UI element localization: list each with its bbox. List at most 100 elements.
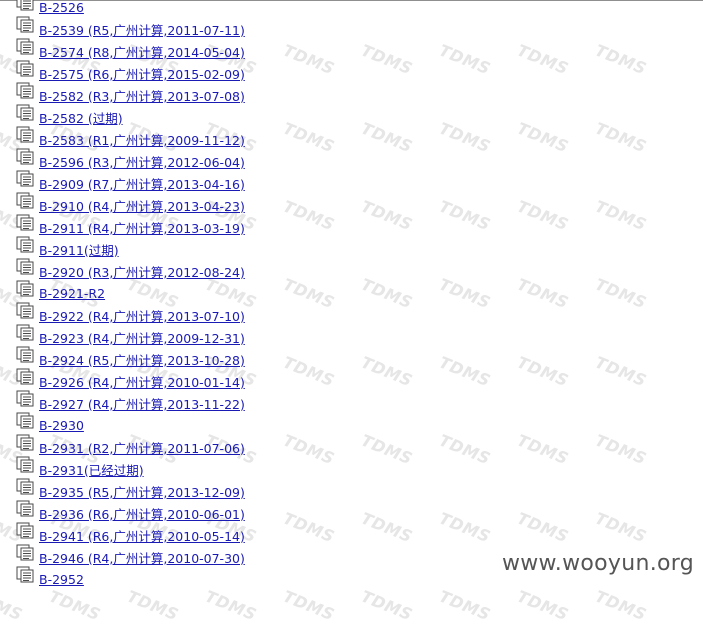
- document-icon: [16, 566, 34, 582]
- tree-item-link[interactable]: B-2911 (R4,广州计算,2013-03-19): [39, 218, 245, 237]
- tree-item[interactable]: B-2926 (R4,广州计算,2010-01-14): [16, 368, 245, 392]
- tree-item[interactable]: B-2574 (R8,广州计算,2014-05-04): [16, 38, 245, 62]
- tree-item-link[interactable]: B-2582 (R3,广州计算,2013-07-08): [39, 86, 245, 105]
- tdms-watermark: TDMS: [592, 508, 650, 547]
- tree-item[interactable]: B-2946 (R4,广州计算,2010-07-30): [16, 544, 245, 568]
- tdms-watermark: TDMS: [280, 40, 338, 79]
- document-icon: [16, 236, 34, 252]
- tdms-watermark: TDMS: [280, 352, 338, 391]
- tree-item[interactable]: B-2935 (R5,广州计算,2013-12-09): [16, 478, 245, 502]
- tree-item-link[interactable]: B-2921-R2: [39, 286, 105, 301]
- tree-item-link[interactable]: B-2924 (R5,广州计算,2013-10-28): [39, 350, 245, 369]
- tree-item-link[interactable]: B-2935 (R5,广州计算,2013-12-09): [39, 482, 245, 501]
- tdms-watermark: TDMS: [592, 430, 650, 469]
- tdms-watermark: TDMS: [358, 508, 416, 547]
- tree-item-link[interactable]: B-2926 (R4,广州计算,2010-01-14): [39, 372, 245, 391]
- tree-item[interactable]: B-2936 (R6,广州计算,2010-06-01): [16, 500, 245, 524]
- tree-item-link[interactable]: B-2583 (R1,广州计算,2009-11-12): [39, 130, 245, 149]
- tdms-watermark: TDMS: [436, 508, 494, 547]
- tree-item-link[interactable]: B-2582 (过期): [39, 108, 123, 127]
- tdms-watermark: TDMS: [358, 118, 416, 157]
- tree-item[interactable]: B-2922 (R4,广州计算,2013-07-10): [16, 302, 245, 326]
- document-icon: [16, 456, 34, 472]
- tree-item-link[interactable]: B-2931(已经过期): [39, 460, 144, 479]
- tree-item[interactable]: B-2952: [16, 566, 84, 590]
- tree-item-link[interactable]: B-2936 (R6,广州计算,2010-06-01): [39, 504, 245, 523]
- tree-item-link[interactable]: B-2930: [39, 418, 84, 433]
- document-icon: [16, 16, 34, 32]
- tree-item-link[interactable]: B-2922 (R4,广州计算,2013-07-10): [39, 306, 245, 325]
- document-icon: [16, 38, 34, 54]
- document-icon: [16, 0, 34, 10]
- tree-item-link[interactable]: B-2952: [39, 572, 84, 587]
- tree-item-link[interactable]: B-2946 (R4,广州计算,2010-07-30): [39, 548, 245, 567]
- tree-item[interactable]: B-2910 (R4,广州计算,2013-04-23): [16, 192, 245, 216]
- tdms-watermark: TDMS: [436, 196, 494, 235]
- tree-item[interactable]: B-2575 (R6,广州计算,2015-02-09): [16, 60, 245, 84]
- document-icon: [16, 478, 34, 494]
- tree-item[interactable]: B-2927 (R4,广州计算,2013-11-22): [16, 390, 245, 414]
- tree-item[interactable]: B-2909 (R7,广州计算,2013-04-16): [16, 170, 245, 194]
- tdms-watermark: TDMS: [436, 430, 494, 469]
- document-icon: [16, 302, 34, 318]
- document-icon: [16, 324, 34, 340]
- tdms-watermark: TDMS: [514, 508, 572, 547]
- tdms-watermark: TDMS: [0, 586, 26, 624]
- tdms-watermark: TDMS: [514, 40, 572, 79]
- tree-item-link[interactable]: B-2526: [39, 0, 84, 15]
- tdms-watermark: TDMS: [358, 40, 416, 79]
- document-icon: [16, 148, 34, 164]
- tree-item[interactable]: B-2920 (R3,广州计算,2012-08-24): [16, 258, 245, 282]
- document-icon: [16, 170, 34, 186]
- tdms-watermark: TDMS: [436, 40, 494, 79]
- tree-item-link[interactable]: B-2931 (R2,广州计算,2011-07-06): [39, 438, 245, 457]
- tree-item[interactable]: B-2924 (R5,广州计算,2013-10-28): [16, 346, 245, 370]
- document-icon: [16, 368, 34, 384]
- document-icon: [16, 104, 34, 120]
- document-icon: [16, 214, 34, 230]
- tdms-watermark: TDMS: [358, 352, 416, 391]
- document-icon: [16, 346, 34, 362]
- tree-item[interactable]: B-2931(已经过期): [16, 456, 144, 480]
- tree-item-link[interactable]: B-2574 (R8,广州计算,2014-05-04): [39, 42, 245, 61]
- tdms-watermark: TDMS: [280, 508, 338, 547]
- tree-item[interactable]: B-2923 (R4,广州计算,2009-12-31): [16, 324, 245, 348]
- tree-item-link[interactable]: B-2909 (R7,广州计算,2013-04-16): [39, 174, 245, 193]
- tree-item-link[interactable]: B-2923 (R4,广州计算,2009-12-31): [39, 328, 245, 347]
- tree-item[interactable]: B-2931 (R2,广州计算,2011-07-06): [16, 434, 245, 458]
- document-icon: [16, 258, 34, 274]
- tree-item[interactable]: B-2539 (R5,广州计算,2011-07-11): [16, 16, 245, 40]
- document-icon: [16, 522, 34, 538]
- tree-item-link[interactable]: B-2911(过期): [39, 240, 119, 259]
- tdms-watermark: TDMS: [436, 586, 494, 624]
- tree-item[interactable]: B-2911 (R4,广州计算,2013-03-19): [16, 214, 245, 238]
- tdms-watermark: TDMS: [514, 196, 572, 235]
- tdms-watermark: TDMS: [358, 196, 416, 235]
- tdms-watermark: TDMS: [436, 274, 494, 313]
- tdms-watermark: TDMS: [280, 586, 338, 624]
- tdms-watermark: TDMS: [46, 586, 104, 624]
- tree-item-link[interactable]: B-2927 (R4,广州计算,2013-11-22): [39, 394, 245, 413]
- tdms-watermark: TDMS: [280, 274, 338, 313]
- tree-item[interactable]: B-2941 (R6,广州计算,2010-05-14): [16, 522, 245, 546]
- document-icon: [16, 126, 34, 142]
- tree-item[interactable]: B-2596 (R3,广州计算,2012-06-04): [16, 148, 245, 172]
- tree-item-link[interactable]: B-2596 (R3,广州计算,2012-06-04): [39, 152, 245, 171]
- tdms-watermark: TDMS: [514, 430, 572, 469]
- tree-item[interactable]: B-2582 (R3,广州计算,2013-07-08): [16, 82, 245, 106]
- tree-item-link[interactable]: B-2575 (R6,广州计算,2015-02-09): [39, 64, 245, 83]
- tdms-watermark: TDMS: [514, 586, 572, 624]
- tree-item-link[interactable]: B-2920 (R3,广州计算,2012-08-24): [39, 262, 245, 281]
- tdms-watermark: TDMS: [592, 586, 650, 624]
- tree-item-link[interactable]: B-2910 (R4,广州计算,2013-04-23): [39, 196, 245, 215]
- tdms-watermark: TDMS: [280, 118, 338, 157]
- tree-item-link[interactable]: B-2941 (R6,广州计算,2010-05-14): [39, 526, 245, 545]
- tdms-watermark: TDMS: [514, 352, 572, 391]
- document-icon: [16, 500, 34, 516]
- document-icon: [16, 82, 34, 98]
- tree-item[interactable]: B-2583 (R1,广州计算,2009-11-12): [16, 126, 245, 150]
- tdms-watermark: TDMS: [436, 118, 494, 157]
- tdms-watermark: TDMS: [358, 430, 416, 469]
- tree-item-link[interactable]: B-2539 (R5,广州计算,2011-07-11): [39, 20, 245, 39]
- tdms-watermark: TDMS: [514, 118, 572, 157]
